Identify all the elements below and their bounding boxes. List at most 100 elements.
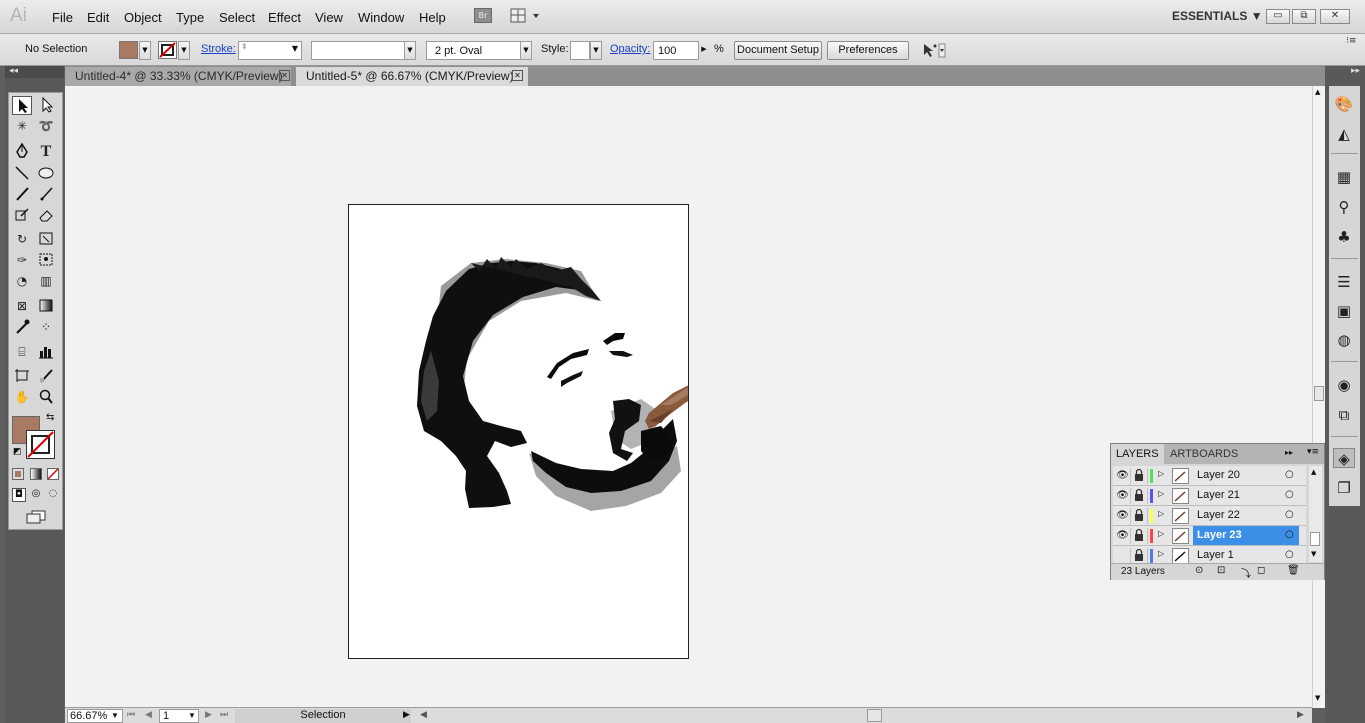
layer-row[interactable]: 👁 ▷ Layer 23 ○: [1113, 526, 1306, 546]
slice-tool[interactable]: [36, 367, 56, 386]
collapse-icon[interactable]: ◂◂: [9, 66, 18, 76]
lock-toggle[interactable]: [1132, 528, 1148, 544]
screen-mode-button[interactable]: [25, 509, 47, 525]
scroll-down-icon[interactable]: ▼: [1315, 694, 1320, 702]
hand-tool[interactable]: ✋: [12, 388, 32, 407]
close-tab-icon[interactable]: ✕: [279, 70, 290, 81]
menu-file[interactable]: File: [52, 10, 73, 25]
warp-tool[interactable]: ✑: [12, 251, 32, 270]
lasso-tool[interactable]: ➰: [36, 117, 56, 136]
artboard[interactable]: [348, 204, 719, 659]
target-circle-icon[interactable]: ○: [1285, 489, 1294, 500]
swatches-panel-icon[interactable]: ▦: [1333, 167, 1355, 187]
stroke-weight-field[interactable]: ⬍ ▼: [238, 41, 302, 60]
previous-artboard-icon[interactable]: ◀: [145, 709, 152, 720]
visibility-toggle[interactable]: [1115, 548, 1131, 564]
gradient-tool[interactable]: [36, 297, 56, 316]
tools-panel-header[interactable]: ◂◂: [5, 66, 64, 78]
create-sublayer-icon[interactable]: ⤵: [1241, 565, 1251, 580]
appearance-panel-icon[interactable]: ◉: [1333, 375, 1355, 395]
selection-tool[interactable]: [12, 96, 32, 115]
tab-untitled-5[interactable]: Untitled-5* @ 66.67% (CMYK/Preview) ✕: [296, 67, 528, 86]
brushes-panel-icon[interactable]: ⚲: [1333, 197, 1355, 217]
pen-tool[interactable]: [12, 142, 32, 161]
layers-scrollbar[interactable]: ▲ ▼: [1309, 466, 1322, 562]
variable-width-profile[interactable]: [311, 41, 405, 60]
magic-wand-tool[interactable]: ✳: [12, 117, 32, 136]
status-menu-arrow-icon[interactable]: ▶: [403, 709, 410, 720]
make-clipping-mask-icon[interactable]: ⊡: [1217, 565, 1225, 576]
default-colors-icon[interactable]: ◩: [13, 447, 22, 457]
layer-name[interactable]: Layer 22: [1193, 506, 1299, 525]
artboard-tool[interactable]: [12, 367, 32, 386]
rotate-tool[interactable]: ↻: [12, 230, 32, 249]
vertical-scrollbar[interactable]: ▲ ▼: [1312, 86, 1325, 708]
expand-triangle-icon[interactable]: ▷: [1158, 509, 1164, 518]
mesh-tool[interactable]: ⊠: [12, 297, 32, 316]
first-artboard-icon[interactable]: ⏮: [127, 709, 135, 720]
minimize-button[interactable]: ▭: [1266, 9, 1290, 24]
type-tool[interactable]: T: [36, 142, 56, 161]
perspective-grid-tool[interactable]: ▥: [36, 272, 56, 291]
brush-definition[interactable]: 2 pt. Oval: [426, 41, 521, 60]
graphic-style-swatch[interactable]: [570, 41, 590, 60]
draw-normal-button[interactable]: ◘: [12, 488, 26, 502]
tab-untitled-4[interactable]: Untitled-4* @ 33.33% (CMYK/Preview) ✕: [65, 67, 291, 86]
menu-object[interactable]: Object: [124, 10, 162, 25]
document-setup-button[interactable]: Document Setup: [734, 41, 822, 60]
stroke-color-box[interactable]: [26, 430, 55, 459]
expand-triangle-icon[interactable]: ▷: [1158, 469, 1164, 478]
layer-name[interactable]: Layer 20: [1193, 466, 1299, 485]
gradient-mode-button[interactable]: [30, 468, 42, 480]
fill-dropdown[interactable]: ▼: [139, 41, 151, 60]
blob-brush-tool[interactable]: [12, 206, 32, 225]
opacity-field[interactable]: 100: [653, 41, 699, 60]
close-button[interactable]: ✕: [1320, 9, 1350, 24]
layer-name[interactable]: Layer 23: [1193, 526, 1299, 545]
zoom-tool[interactable]: [36, 388, 56, 407]
stroke-dropdown[interactable]: ▼: [178, 41, 190, 60]
brush-dropdown[interactable]: ▼: [520, 41, 532, 60]
menu-edit[interactable]: Edit: [87, 10, 109, 25]
stroke-label[interactable]: Stroke:: [201, 43, 236, 55]
stroke-panel-icon[interactable]: ☰: [1333, 272, 1355, 292]
line-segment-tool[interactable]: [12, 164, 32, 183]
last-artboard-icon[interactable]: ⏭: [220, 709, 228, 720]
opacity-slider-button[interactable]: ▶: [698, 41, 710, 60]
symbols-panel-icon[interactable]: ♣: [1333, 227, 1355, 247]
restore-button[interactable]: ⧉: [1292, 9, 1316, 24]
scroll-left-icon[interactable]: ◀: [420, 709, 427, 720]
color-guide-icon[interactable]: ◭: [1333, 124, 1355, 144]
lock-toggle[interactable]: [1132, 488, 1148, 504]
layer-row[interactable]: 👁 ▷ Layer 22 ○: [1113, 506, 1306, 526]
status-tool-display[interactable]: Selection: [235, 709, 411, 723]
shape-builder-tool[interactable]: ◔: [12, 272, 32, 291]
fill-swatch[interactable]: [119, 41, 138, 59]
lock-toggle[interactable]: [1132, 548, 1148, 564]
artboards-panel-icon[interactable]: ❐: [1333, 478, 1355, 498]
workspace-switcher[interactable]: ESSENTIALS ▼: [1172, 9, 1263, 23]
scroll-right-icon[interactable]: ▶: [1297, 709, 1304, 720]
control-bar-menu-icon[interactable]: ⁝≡: [1346, 36, 1356, 46]
visibility-toggle[interactable]: 👁: [1115, 508, 1131, 524]
menu-window[interactable]: Window: [358, 10, 404, 25]
direct-selection-tool[interactable]: [36, 96, 56, 115]
graphic-styles-panel-icon[interactable]: ⧉: [1333, 405, 1355, 425]
stroke-swatch[interactable]: [158, 41, 177, 59]
target-circle-icon[interactable]: ○: [1285, 509, 1294, 520]
scroll-up-icon[interactable]: ▲: [1311, 468, 1316, 476]
free-transform-tool[interactable]: [36, 251, 56, 270]
menu-view[interactable]: View: [315, 10, 343, 25]
menu-help[interactable]: Help: [419, 10, 446, 25]
draw-inside-button[interactable]: ◌: [46, 488, 60, 502]
layers-panel-icon[interactable]: ◈: [1333, 448, 1355, 468]
pencil-tool[interactable]: [36, 185, 56, 204]
chevron-down-icon[interactable]: ▼: [111, 711, 119, 720]
visibility-toggle[interactable]: 👁: [1115, 528, 1131, 544]
target-circle-icon[interactable]: ○: [1285, 529, 1294, 540]
new-layer-icon[interactable]: ◻: [1257, 565, 1265, 576]
horizontal-scroll-thumb[interactable]: [867, 709, 882, 722]
layer-row[interactable]: 👁 ▷ Layer 21 ○: [1113, 486, 1306, 506]
visibility-toggle[interactable]: 👁: [1115, 488, 1131, 504]
menu-type[interactable]: Type: [176, 10, 204, 25]
